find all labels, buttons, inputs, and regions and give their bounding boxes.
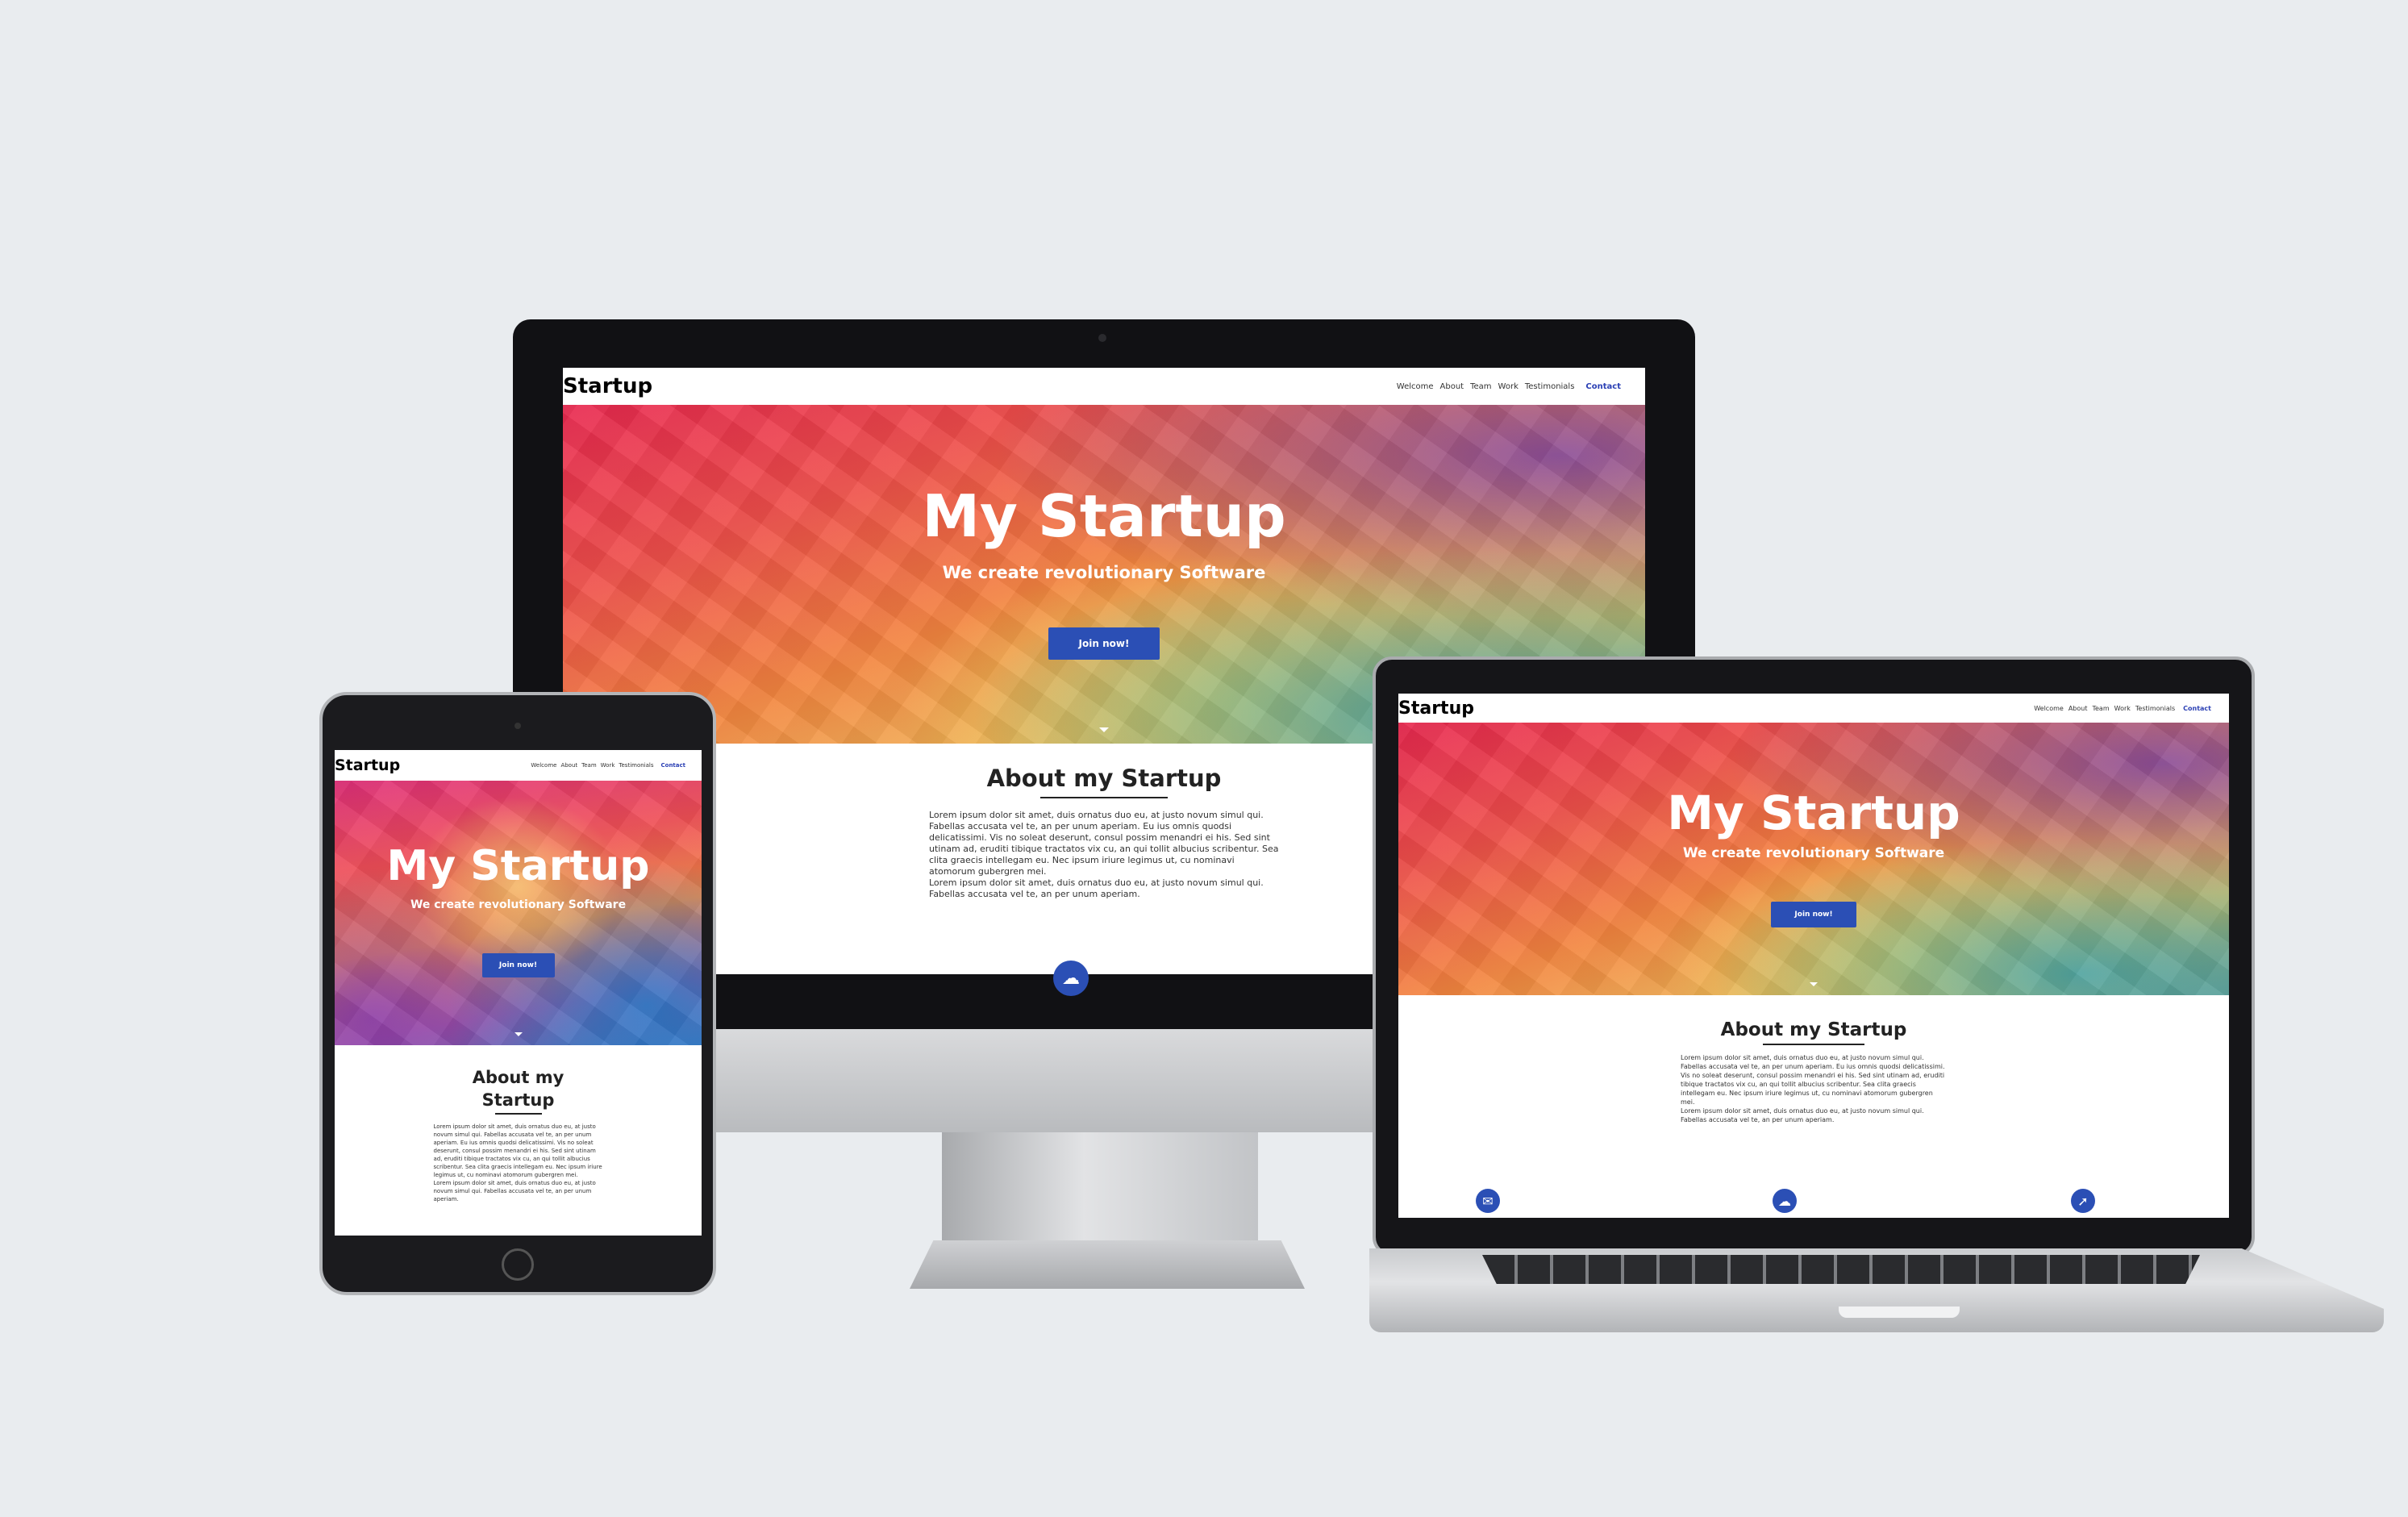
nav-item-welcome[interactable]: Welcome bbox=[1397, 382, 1434, 391]
scroll-down-icon[interactable] bbox=[1099, 727, 1109, 732]
camera-icon bbox=[515, 723, 521, 729]
join-now-button[interactable]: Join now! bbox=[1771, 902, 1856, 927]
hero-section: My Startup We create revolutionary Softw… bbox=[1398, 723, 2229, 995]
nav-item-contact[interactable]: Contact bbox=[1585, 382, 1621, 391]
nav-item-work[interactable]: Work bbox=[1498, 382, 1519, 391]
nav-item-contact[interactable]: Contact bbox=[2183, 705, 2211, 712]
top-nav: Startup Welcome About Team Work Testimon… bbox=[335, 750, 702, 781]
scroll-down-icon[interactable] bbox=[514, 1032, 523, 1036]
nav-item-team[interactable]: Team bbox=[581, 762, 597, 769]
hero-title: My Startup bbox=[922, 482, 1286, 550]
envelope-icon: ✉ bbox=[1476, 1189, 1500, 1213]
nav-item-team[interactable]: Team bbox=[1470, 382, 1491, 391]
ipad-website: Startup Welcome About Team Work Testimon… bbox=[335, 750, 702, 1236]
nav-item-about[interactable]: About bbox=[2068, 705, 2088, 712]
join-now-button[interactable]: Join now! bbox=[481, 953, 555, 977]
about-section: About my Startup Lorem ipsum dolor sit a… bbox=[335, 1066, 702, 1203]
hero-title: My Startup bbox=[386, 842, 650, 890]
join-now-button[interactable]: Join now! bbox=[1048, 627, 1160, 660]
nav-item-testimonials[interactable]: Testimonials bbox=[2135, 705, 2175, 712]
top-nav: Startup Welcome About Team Work Testimon… bbox=[1398, 694, 2229, 723]
compass-icon: ➚ bbox=[2071, 1189, 2095, 1213]
site-logo[interactable]: Startup bbox=[1398, 698, 1474, 719]
nav-menu: Welcome About Team Work Testimonials Con… bbox=[1397, 382, 1621, 391]
macbook-website: Startup Welcome About Team Work Testimon… bbox=[1398, 694, 2229, 1218]
cloud-icon: ☁ bbox=[1773, 1189, 1797, 1213]
trackpad-notch bbox=[1839, 1307, 1960, 1318]
about-title-line-1: About my bbox=[472, 1068, 565, 1087]
title-underline bbox=[1763, 1044, 1864, 1045]
cloud-icon: ☁ bbox=[1053, 961, 1089, 996]
imac-stand bbox=[942, 1132, 1258, 1245]
nav-item-testimonials[interactable]: Testimonials bbox=[1525, 382, 1575, 391]
about-title-line-2: Startup bbox=[481, 1090, 555, 1110]
about-text: Lorem ipsum dolor sit amet, duis ornatus… bbox=[929, 810, 1279, 877]
home-button[interactable] bbox=[502, 1248, 534, 1281]
nav-item-welcome[interactable]: Welcome bbox=[2034, 705, 2064, 712]
title-underline bbox=[494, 1113, 542, 1115]
about-text-2: Lorem ipsum dolor sit amet, duis ornatus… bbox=[433, 1180, 596, 1202]
site-logo[interactable]: Startup bbox=[335, 756, 400, 774]
about-title: About my Startup bbox=[1720, 1019, 1907, 1040]
hero-subtitle: We create revolutionary Software bbox=[1682, 845, 1945, 861]
nav-item-testimonials[interactable]: Testimonials bbox=[619, 762, 653, 769]
title-underline bbox=[1040, 797, 1168, 798]
nav-item-about[interactable]: About bbox=[1440, 382, 1464, 391]
nav-menu: Welcome About Team Work Testimonials Con… bbox=[531, 762, 685, 769]
hero-section: My Startup We create revolutionary Softw… bbox=[335, 781, 702, 1045]
nav-item-work[interactable]: Work bbox=[601, 762, 615, 769]
imac-foot bbox=[910, 1240, 1305, 1289]
nav-item-contact[interactable]: Contact bbox=[661, 762, 686, 769]
hero-subtitle: We create revolutionary Software bbox=[942, 563, 1266, 582]
about-text: Lorem ipsum dolor sit amet, duis ornatus… bbox=[1681, 1054, 1945, 1106]
hero-title: My Startup bbox=[1667, 786, 1960, 840]
about-text-2: Lorem ipsum dolor sit amet, duis ornatus… bbox=[1681, 1107, 1924, 1123]
site-logo[interactable]: Startup bbox=[563, 374, 652, 398]
scroll-down-icon[interactable] bbox=[1810, 982, 1818, 986]
top-nav: Startup Welcome About Team Work Testimon… bbox=[563, 368, 1645, 405]
nav-item-about[interactable]: About bbox=[560, 762, 577, 769]
nav-item-team[interactable]: Team bbox=[2092, 705, 2109, 712]
about-text: Lorem ipsum dolor sit amet, duis ornatus… bbox=[433, 1123, 602, 1178]
about-section: About my Startup Lorem ipsum dolor sit a… bbox=[1398, 1019, 2229, 1124]
hero-subtitle: We create revolutionary Software bbox=[410, 898, 627, 911]
keyboard bbox=[1482, 1255, 2200, 1284]
nav-menu: Welcome About Team Work Testimonials Con… bbox=[2034, 705, 2211, 712]
about-text-2: Lorem ipsum dolor sit amet, duis ornatus… bbox=[929, 877, 1264, 899]
nav-item-welcome[interactable]: Welcome bbox=[531, 762, 556, 769]
camera-icon bbox=[1098, 334, 1106, 342]
nav-item-work[interactable]: Work bbox=[2114, 705, 2131, 712]
